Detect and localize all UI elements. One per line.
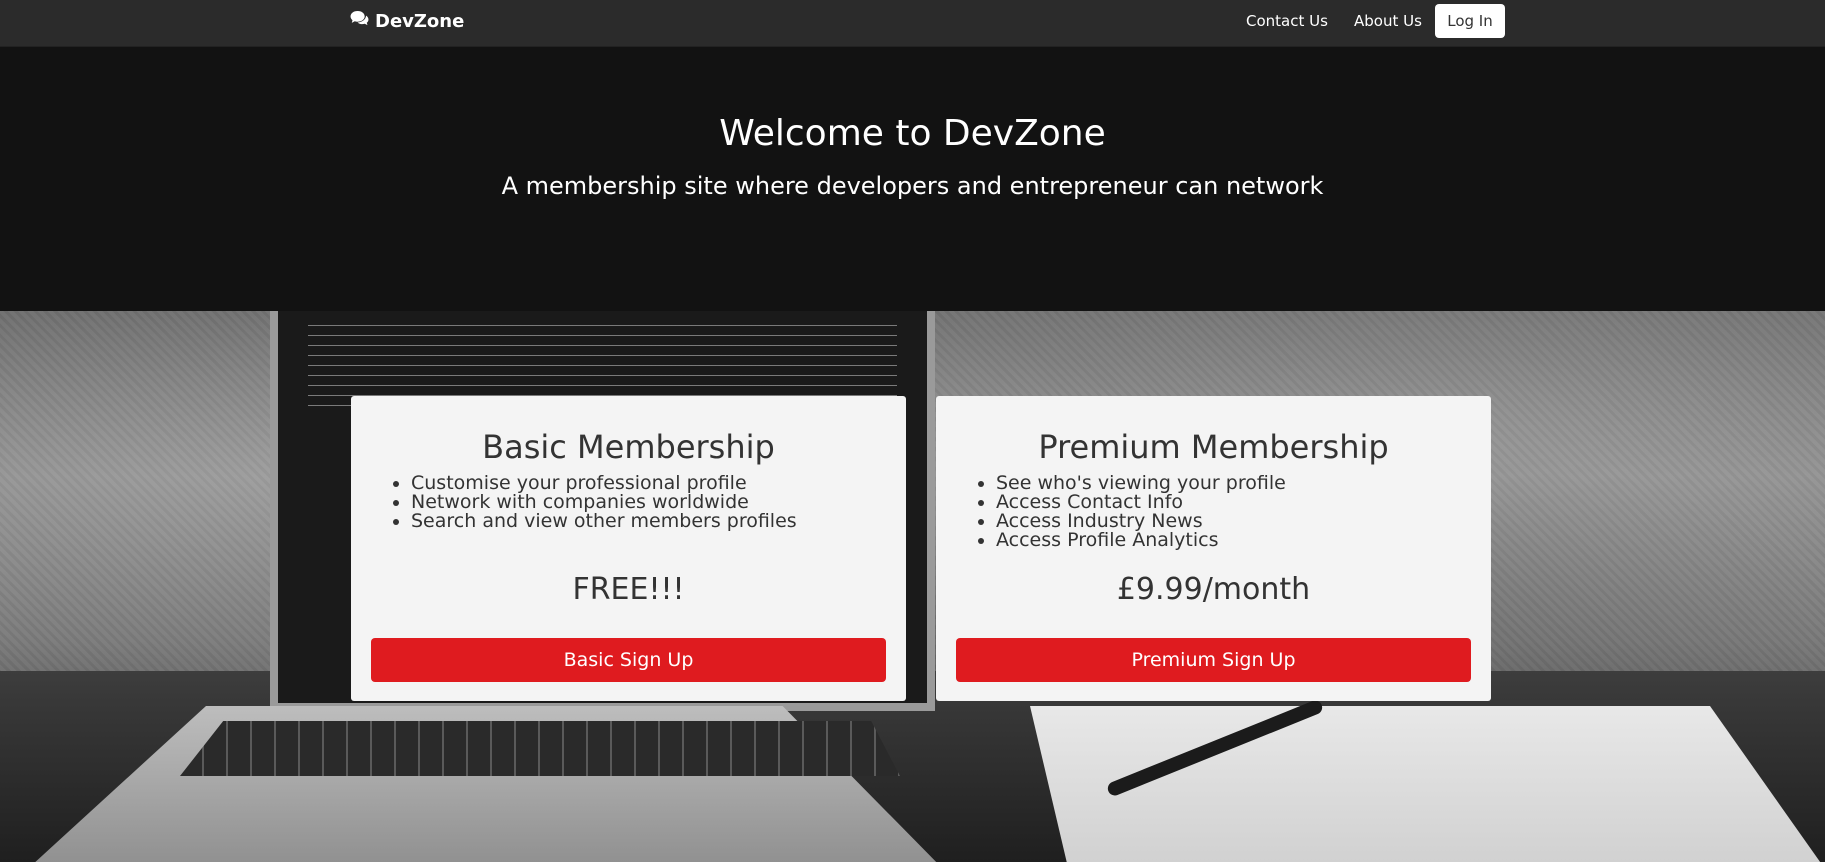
basic-signup-button[interactable]: Basic Sign Up bbox=[371, 638, 886, 682]
basic-membership-card: Basic Membership Customise your professi… bbox=[351, 396, 906, 701]
premium-signup-button[interactable]: Premium Sign Up bbox=[956, 638, 1471, 682]
card-title: Basic Membership bbox=[482, 428, 775, 466]
comments-icon bbox=[350, 10, 369, 33]
nav-about-us[interactable]: About Us bbox=[1354, 12, 1422, 30]
list-item: Search and view other members profiles bbox=[411, 512, 797, 531]
notebook bbox=[1030, 706, 1825, 862]
brand-link[interactable]: DevZone bbox=[350, 10, 464, 33]
brand-name: DevZone bbox=[375, 10, 465, 32]
hero-title: Welcome to DevZone bbox=[719, 113, 1106, 154]
laptop-keyboard bbox=[180, 721, 900, 776]
price: £9.99/month bbox=[1116, 572, 1311, 607]
card-title: Premium Membership bbox=[1038, 428, 1389, 466]
premium-membership-card: Premium Membership See who's viewing you… bbox=[936, 396, 1491, 701]
background-image bbox=[0, 311, 1825, 862]
login-button[interactable]: Log In bbox=[1435, 4, 1505, 38]
top-navbar: DevZone Contact Us About Us Log In bbox=[0, 0, 1825, 47]
hero-subtitle: A membership site where developers and e… bbox=[501, 172, 1324, 200]
feature-list: See who's viewing your profile Access Co… bbox=[972, 474, 1286, 550]
feature-list: Customise your professional profile Netw… bbox=[387, 474, 797, 531]
nav-contact-us[interactable]: Contact Us bbox=[1246, 12, 1328, 30]
hero-section: Welcome to DevZone A membership site whe… bbox=[0, 47, 1825, 311]
list-item: Access Profile Analytics bbox=[996, 531, 1286, 550]
price: FREE!!! bbox=[572, 572, 685, 607]
